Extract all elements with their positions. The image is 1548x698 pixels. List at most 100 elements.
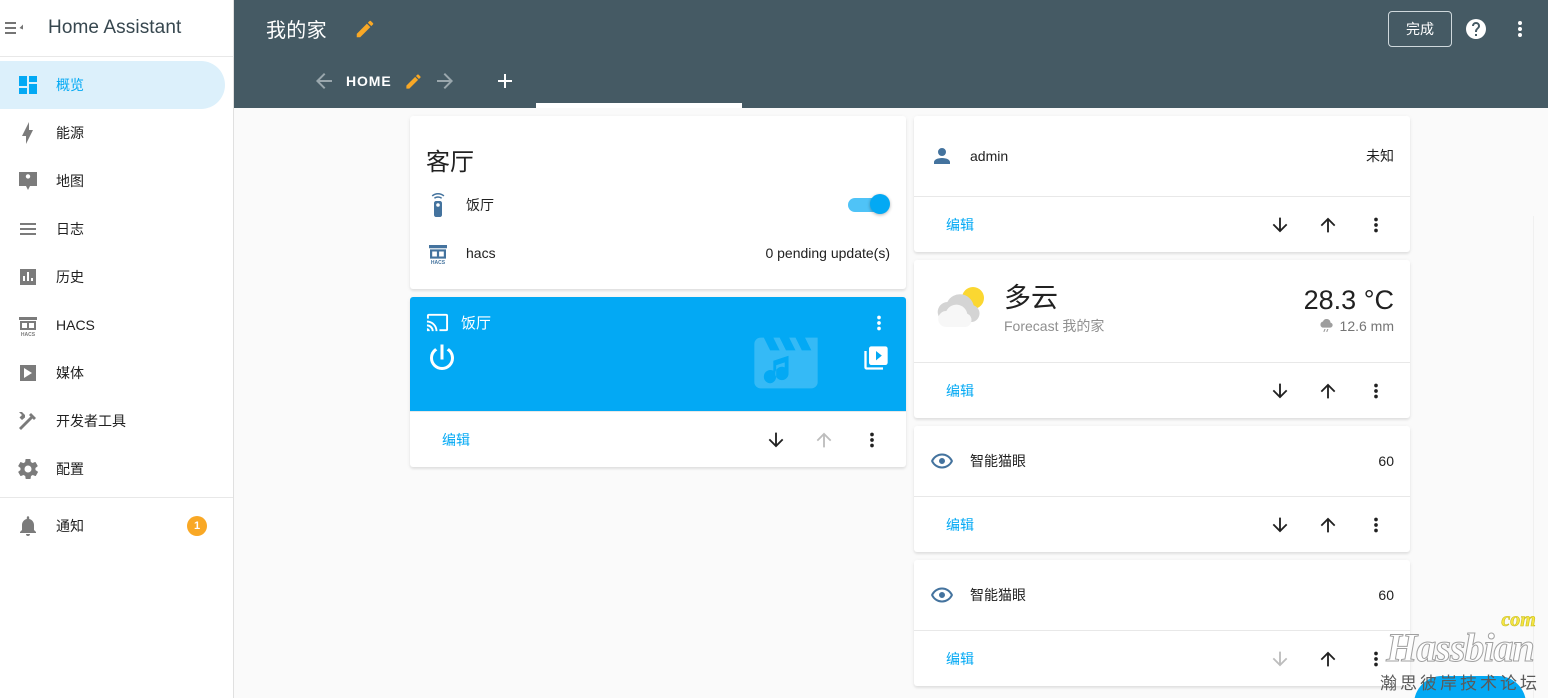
entity-row-admin[interactable]: admin 未知	[914, 116, 1410, 196]
sidebar-item-logbook[interactable]: 日志	[0, 205, 225, 253]
edit-card-link[interactable]: 编辑	[938, 209, 982, 241]
weather-temperature: 28.3 °C	[1303, 284, 1394, 315]
tab-home[interactable]: HOME	[346, 57, 423, 105]
cog-icon	[0, 457, 56, 481]
sidebar-item-map[interactable]: 地图	[0, 157, 225, 205]
hacs-store-icon: HACS	[426, 241, 466, 265]
sidebar-item-configuration[interactable]: 配置	[0, 445, 225, 493]
entity-row-dining-remote[interactable]: 饭厅	[410, 185, 906, 225]
media-player-surface: 饭厅	[410, 297, 906, 411]
sidebar-item-energy[interactable]: 能源	[0, 109, 225, 157]
move-card-up-button[interactable]	[806, 422, 842, 458]
move-card-down-button[interactable]	[1262, 641, 1298, 677]
edit-view-button[interactable]	[404, 72, 423, 91]
sidebar-item-label: 开发者工具	[56, 413, 126, 429]
sidebar-item-media[interactable]: 媒体	[0, 349, 225, 397]
sidebar-item-overview[interactable]: 概览	[0, 61, 225, 109]
vertical-scrollbar[interactable]	[1533, 216, 1548, 698]
sidebar: Home Assistant 概览 能源 地图 日志 历史 HACS HACS …	[0, 0, 234, 698]
cast-icon	[426, 311, 449, 334]
card-doorbell-2: 智能猫眼 60 编辑	[914, 560, 1410, 686]
entity-toggle-switch[interactable]	[844, 194, 890, 215]
sidebar-item-label: 能源	[56, 125, 84, 141]
weather-condition: 多云	[1004, 283, 1058, 314]
weather-partly-cloudy-icon	[930, 278, 996, 342]
entity-row-doorbell[interactable]: 智能猫眼 60	[914, 426, 1410, 496]
move-view-right-button[interactable]	[423, 57, 467, 105]
card-edit-bar: 编辑	[914, 362, 1410, 418]
card-media-player: 饭厅 编辑	[410, 297, 906, 467]
card-title: 客厅	[426, 149, 474, 176]
sidebar-item-hacs[interactable]: HACS HACS	[0, 301, 225, 349]
move-view-left-button[interactable]	[302, 57, 346, 105]
weather-pouring-icon	[1319, 319, 1333, 333]
card-more-options-button[interactable]	[854, 422, 890, 458]
entity-row-hacs[interactable]: HACS hacs 0 pending update(s)	[410, 233, 906, 273]
sidebar-item-developer-tools[interactable]: 开发者工具	[0, 397, 225, 445]
card-more-options-button[interactable]	[1358, 641, 1394, 677]
move-card-down-button[interactable]	[1262, 207, 1298, 243]
card-more-options-button[interactable]	[1358, 207, 1394, 243]
toggle-knob	[870, 194, 890, 214]
watermark-tld: com	[1501, 609, 1536, 631]
sidebar-divider	[0, 497, 233, 498]
entity-row-doorbell[interactable]: 智能猫眼 60	[914, 560, 1410, 630]
home-assistant-app: Home Assistant 概览 能源 地图 日志 历史 HACS HACS …	[0, 0, 1548, 698]
remote-icon	[426, 193, 466, 217]
sidebar-item-notifications[interactable]: 通知 1	[0, 502, 225, 550]
help-circle-icon[interactable]	[1456, 9, 1496, 49]
edit-card-link[interactable]: 编辑	[938, 643, 982, 675]
video-library-icon[interactable]	[862, 344, 890, 377]
done-button[interactable]: 完成	[1388, 10, 1452, 47]
entity-value: 60	[1378, 587, 1394, 603]
format-list-bulleted-icon	[0, 217, 56, 241]
tab-strip: HOME	[302, 57, 529, 105]
edit-dashboard-title-button[interactable]	[345, 9, 385, 49]
entity-value: 60	[1378, 453, 1394, 469]
add-card-fab[interactable]	[1414, 676, 1526, 698]
sidebar-item-label: 媒体	[56, 365, 84, 381]
overflow-menu-icon[interactable]	[1500, 9, 1540, 49]
weather-precipitation-value: 12.6 mm	[1339, 317, 1394, 334]
card-edit-actions	[1262, 207, 1394, 243]
card-doorbell-1: 智能猫眼 60 编辑	[914, 426, 1410, 552]
card-more-options-button[interactable]	[1358, 507, 1394, 543]
edit-card-link[interactable]: 编辑	[938, 375, 982, 407]
move-card-up-button[interactable]	[1310, 641, 1346, 677]
move-card-up-button[interactable]	[1310, 373, 1346, 409]
page-title: 我的家	[266, 20, 327, 42]
edit-card-link[interactable]: 编辑	[434, 424, 478, 456]
card-living-room: 客厅 饭厅 HACS hacs 0 pending update(s)	[410, 116, 906, 289]
power-icon[interactable]	[424, 340, 460, 381]
entity-name: admin	[970, 148, 1009, 164]
sidebar-item-label: 配置	[56, 461, 84, 477]
card-edit-actions	[1262, 507, 1394, 543]
weather-summary[interactable]: 多云 Forecast 我的家 28.3 °C 12.6 mm	[914, 260, 1410, 362]
menu-open-icon[interactable]	[0, 4, 38, 52]
move-card-up-button[interactable]	[1310, 507, 1346, 543]
sidebar-item-label: 地图	[56, 173, 84, 189]
card-more-options-button[interactable]	[1358, 373, 1394, 409]
play-box-icon	[0, 361, 56, 385]
dashboard-column-2: admin 未知 编辑 多云 Forecast 我的家 28.3 °C 12.6…	[914, 116, 1410, 698]
move-card-up-button[interactable]	[1310, 207, 1346, 243]
account-icon	[930, 144, 970, 168]
card-edit-actions	[1262, 641, 1394, 677]
sidebar-item-history[interactable]: 历史	[0, 253, 225, 301]
add-view-button[interactable]	[481, 57, 529, 105]
hacs-store-icon: HACS	[0, 313, 56, 337]
entity-name: 智能猫眼	[970, 453, 1026, 469]
media-overflow-icon[interactable]	[868, 312, 890, 334]
move-card-down-button[interactable]	[1262, 507, 1298, 543]
lightning-bolt-icon	[0, 121, 56, 145]
move-card-down-button[interactable]	[1262, 373, 1298, 409]
entity-value: 0 pending update(s)	[765, 245, 890, 261]
weather-text-block: 多云 Forecast 我的家	[1004, 284, 1104, 335]
svg-text:HACS: HACS	[431, 260, 446, 265]
eye-icon	[930, 449, 970, 473]
chart-box-icon	[0, 265, 56, 289]
eye-icon	[930, 583, 970, 607]
map-marker-account-icon	[0, 169, 56, 193]
move-card-down-button[interactable]	[758, 422, 794, 458]
edit-card-link[interactable]: 编辑	[938, 509, 982, 541]
